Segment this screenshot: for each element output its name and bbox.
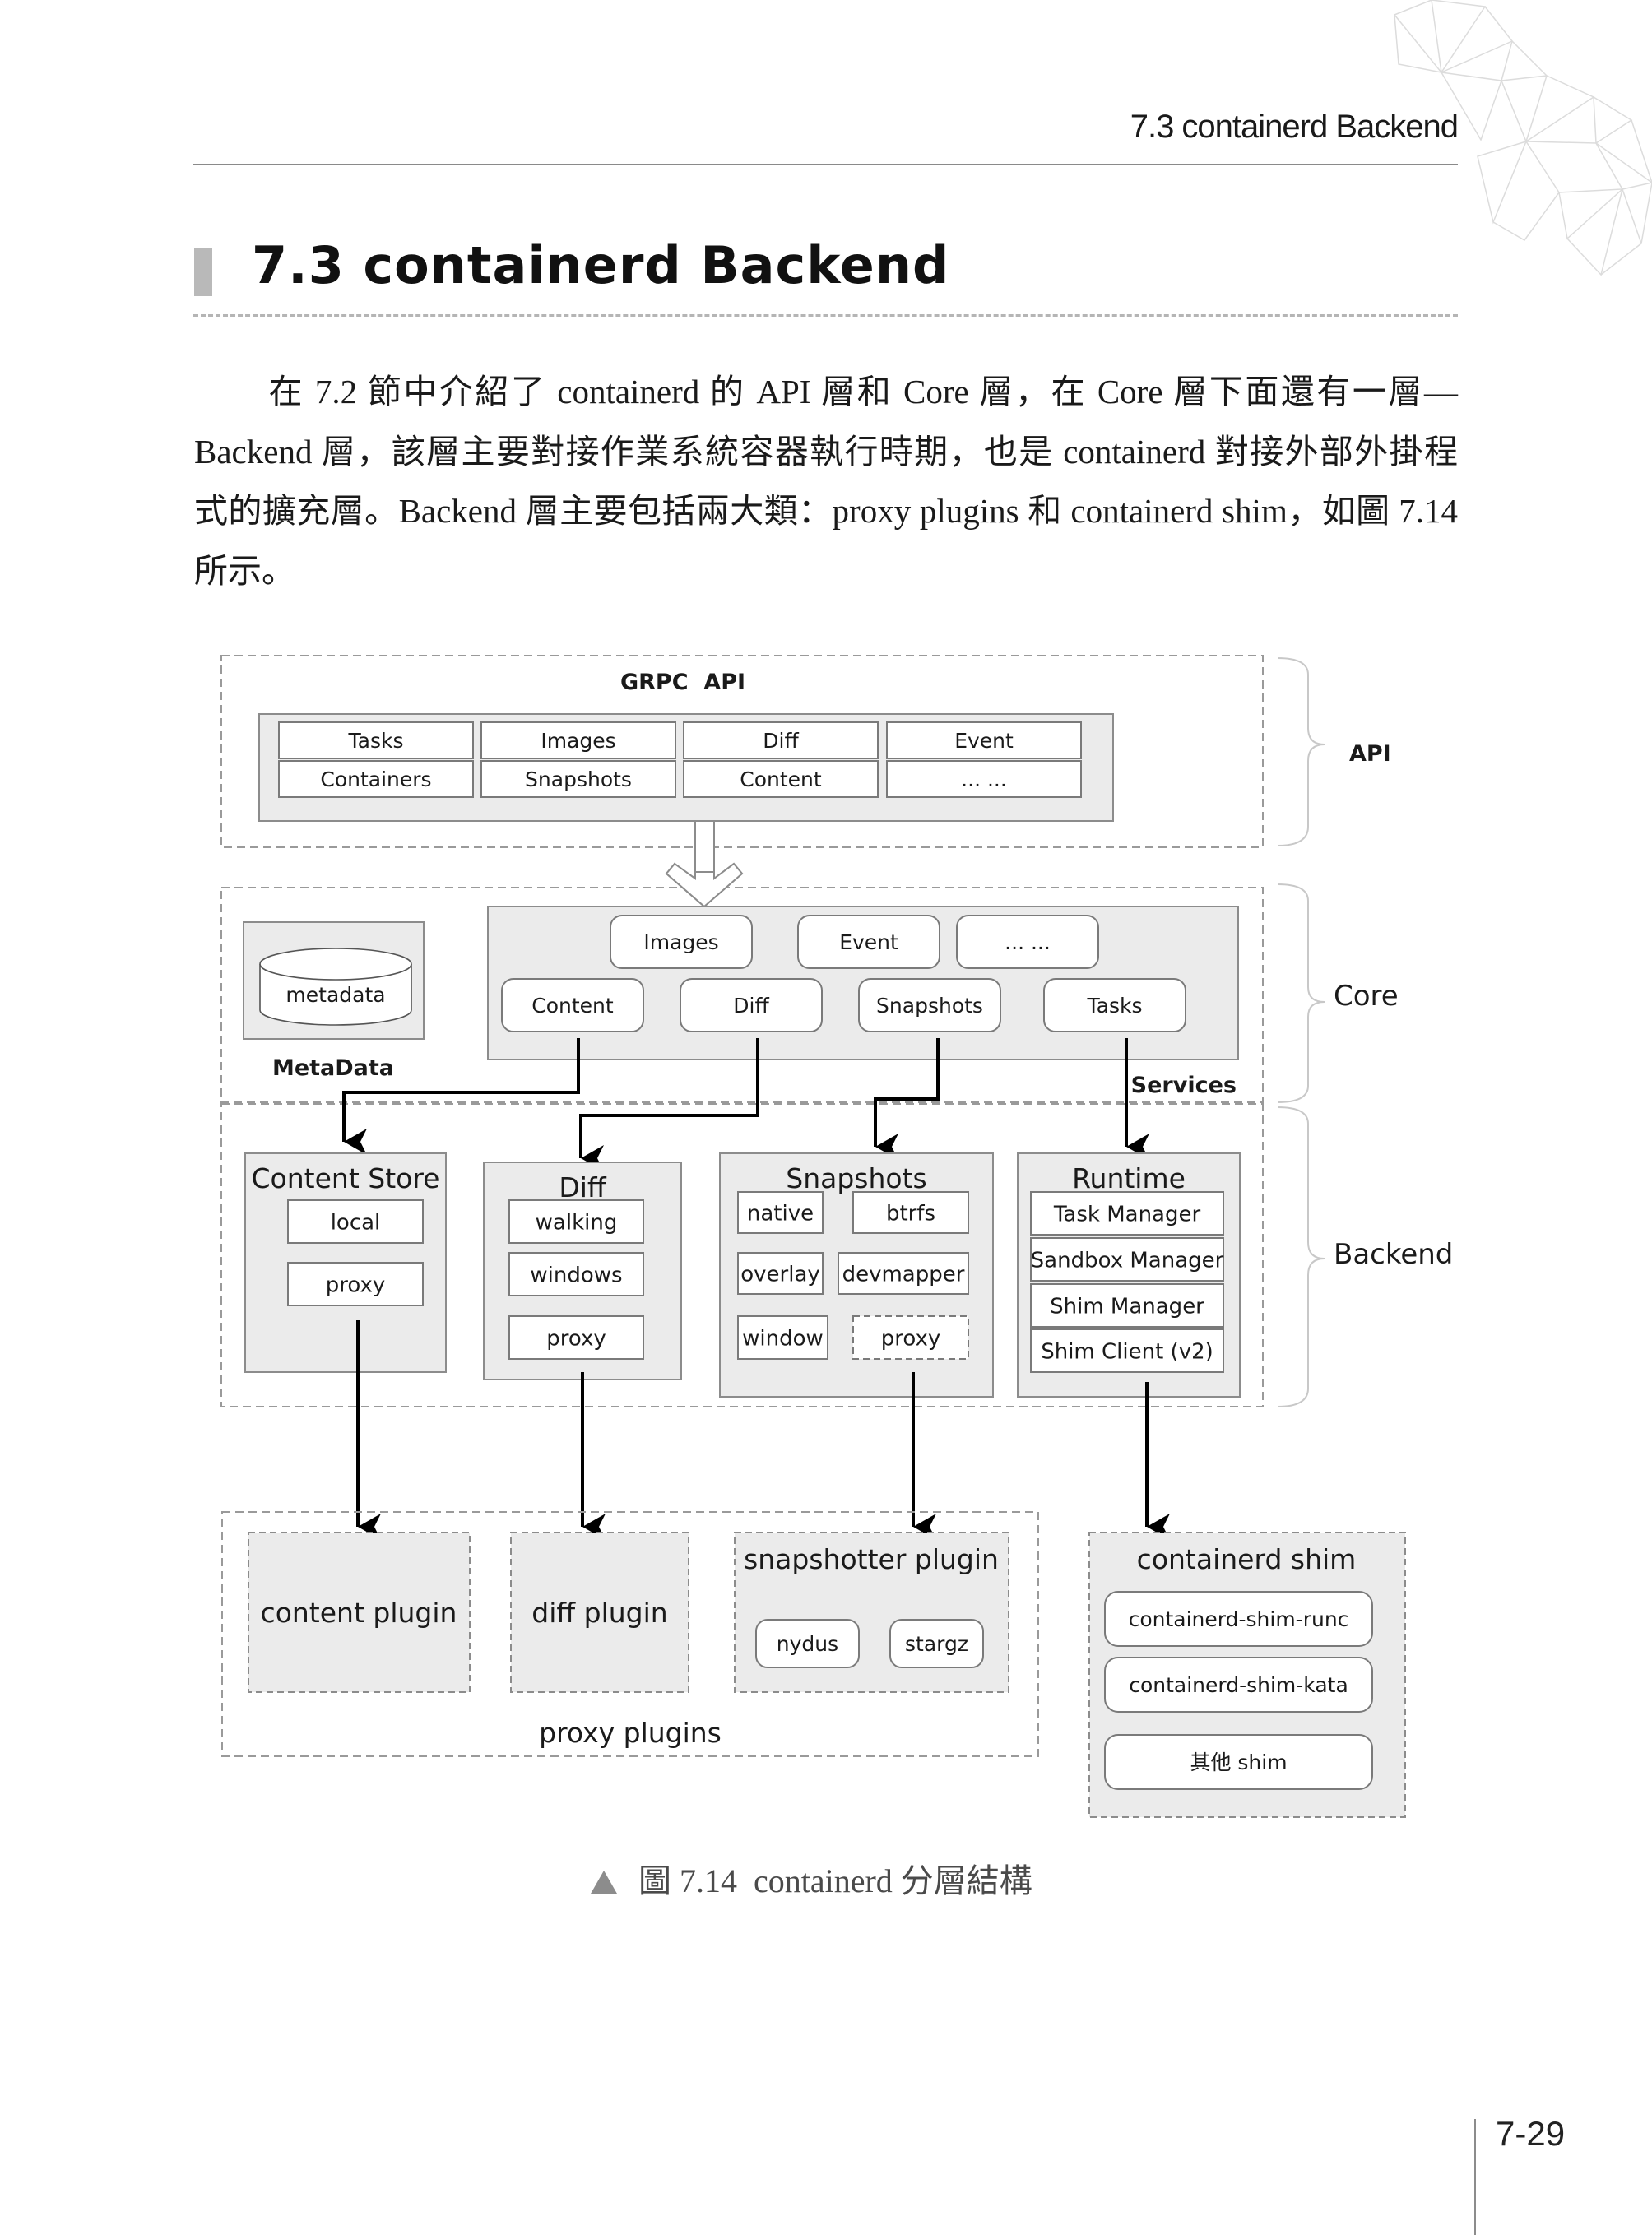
runtime-title: Runtime: [1072, 1162, 1186, 1194]
runtime-item: Sandbox Manager: [1030, 1237, 1224, 1282]
service-item: Event: [797, 915, 940, 969]
service-item: Content: [501, 978, 644, 1032]
shim-item: containerd-shim-runc: [1104, 1591, 1373, 1647]
snapshot-driver-label: devmapper: [842, 1262, 965, 1287]
service-item: ... ...: [956, 915, 1099, 969]
api-layer-label: API: [1349, 741, 1391, 767]
metadata-db-label: metadata: [285, 983, 385, 1007]
snapshot-driver: proxy: [852, 1315, 969, 1360]
snapshotter-plugin-item: nydus: [755, 1619, 860, 1668]
runtime-item-label: Shim Client (v2): [1041, 1339, 1213, 1364]
runtime-item: Task Manager: [1030, 1191, 1224, 1236]
service-item-label: Images: [643, 930, 718, 954]
diff-item-label: proxy: [546, 1326, 606, 1351]
api-cell: Tasks: [278, 721, 474, 759]
content-store-item: local: [287, 1199, 424, 1244]
api-cell: Content: [683, 760, 879, 798]
service-item-label: Content: [531, 994, 614, 1018]
page-number: 7-29: [1496, 2114, 1566, 2153]
api-cell-label: Containers: [320, 767, 431, 791]
core-brace: [1277, 883, 1325, 1103]
snapshotter-plugin-title: snapshotter plugin: [744, 1543, 999, 1575]
runtime-item-label: Task Manager: [1053, 1202, 1201, 1226]
api-cell: Snapshots: [480, 760, 676, 798]
service-item-label: Snapshots: [876, 994, 983, 1018]
caption-triangle-icon: [591, 1871, 617, 1894]
api-cell-label: Images: [541, 729, 615, 753]
api-cell: Containers: [278, 760, 474, 798]
snapshot-driver: window: [737, 1315, 828, 1360]
diff-plugin-label: diff plugin: [531, 1597, 667, 1629]
snapshot-driver-label: window: [742, 1326, 824, 1351]
shim-item-label: containerd-shim-runc: [1129, 1607, 1349, 1631]
shim-item: 其他 shim: [1104, 1734, 1373, 1790]
shim-item-label: 其他 shim: [1190, 1750, 1287, 1774]
service-item: Diff: [680, 978, 823, 1032]
content-store-item-label: local: [331, 1210, 381, 1235]
proxy-plugins-label: proxy plugins: [539, 1717, 722, 1749]
diff-item: windows: [508, 1252, 644, 1296]
figure-caption-text: 圖 7.14 containerd 分層結構: [638, 1862, 1032, 1899]
containerd-shim-title: containerd shim: [1137, 1543, 1357, 1575]
page-number-rule: [1474, 2119, 1476, 2235]
figure-caption: 圖 7.14 containerd 分層結構: [591, 1854, 1032, 1902]
grpc-api-title: GRPC API: [620, 670, 745, 695]
backend-brace: [1277, 1106, 1325, 1407]
service-item: Tasks: [1043, 978, 1186, 1032]
api-cell-label: ... ...: [961, 767, 1007, 791]
snapshot-driver-label: btrfs: [886, 1201, 935, 1226]
api-brace: [1277, 657, 1325, 846]
runtime-item: Shim Manager: [1030, 1283, 1224, 1328]
snapshot-driver-label: proxy: [881, 1326, 941, 1351]
core-layer-label: Core: [1334, 980, 1399, 1013]
service-item-label: Diff: [733, 994, 769, 1018]
diff-item-label: windows: [530, 1263, 622, 1287]
service-item-label: Tasks: [1087, 994, 1143, 1018]
runtime-item-label: Sandbox Manager: [1031, 1248, 1224, 1273]
api-cell: ... ...: [886, 760, 1082, 798]
diff-item-label: walking: [536, 1210, 618, 1235]
snapshot-driver: btrfs: [852, 1191, 969, 1234]
service-item-label: Event: [839, 930, 898, 954]
content-plugin-label: content plugin: [261, 1597, 457, 1629]
api-cell: Diff: [683, 721, 879, 759]
snapshot-driver: devmapper: [838, 1252, 969, 1295]
snapshot-driver: overlay: [737, 1252, 824, 1295]
backend-layer-label: Backend: [1334, 1238, 1453, 1271]
runtime-item-label: Shim Manager: [1050, 1294, 1204, 1319]
api-cell-label: Event: [954, 729, 1014, 753]
content-store-item-label: proxy: [326, 1273, 386, 1297]
api-cell: Images: [480, 721, 676, 759]
metadata-label: MetaData: [272, 1055, 394, 1081]
content-store-item: proxy: [287, 1262, 424, 1306]
snapshotter-plugin-item-label: nydus: [777, 1632, 838, 1656]
diff-item: proxy: [508, 1315, 644, 1360]
shim-item-label: containerd-shim-kata: [1129, 1673, 1348, 1697]
snapshot-driver-label: native: [747, 1201, 814, 1226]
api-cell-label: Content: [740, 767, 822, 791]
snapshotter-plugin-item-label: stargz: [905, 1632, 968, 1656]
service-item: Snapshots: [858, 978, 1001, 1032]
content-store-title: Content Store: [252, 1162, 440, 1194]
diff-title: Diff: [559, 1171, 607, 1203]
runtime-item: Shim Client (v2): [1030, 1328, 1224, 1373]
snapshot-driver: native: [737, 1191, 824, 1234]
api-cell-label: Snapshots: [525, 767, 632, 791]
shim-item: containerd-shim-kata: [1104, 1657, 1373, 1713]
api-cell-label: Tasks: [348, 729, 404, 753]
snapshotter-plugin-item: stargz: [889, 1619, 984, 1668]
snapshot-driver-label: overlay: [740, 1262, 820, 1287]
api-cell-label: Diff: [763, 729, 799, 753]
diff-item: walking: [508, 1199, 644, 1244]
services-label: Services: [1131, 1073, 1237, 1098]
service-item-label: ... ...: [1005, 930, 1051, 954]
service-item: Images: [610, 915, 753, 969]
snapshots-title: Snapshots: [786, 1162, 926, 1194]
api-cell: Event: [886, 721, 1082, 759]
